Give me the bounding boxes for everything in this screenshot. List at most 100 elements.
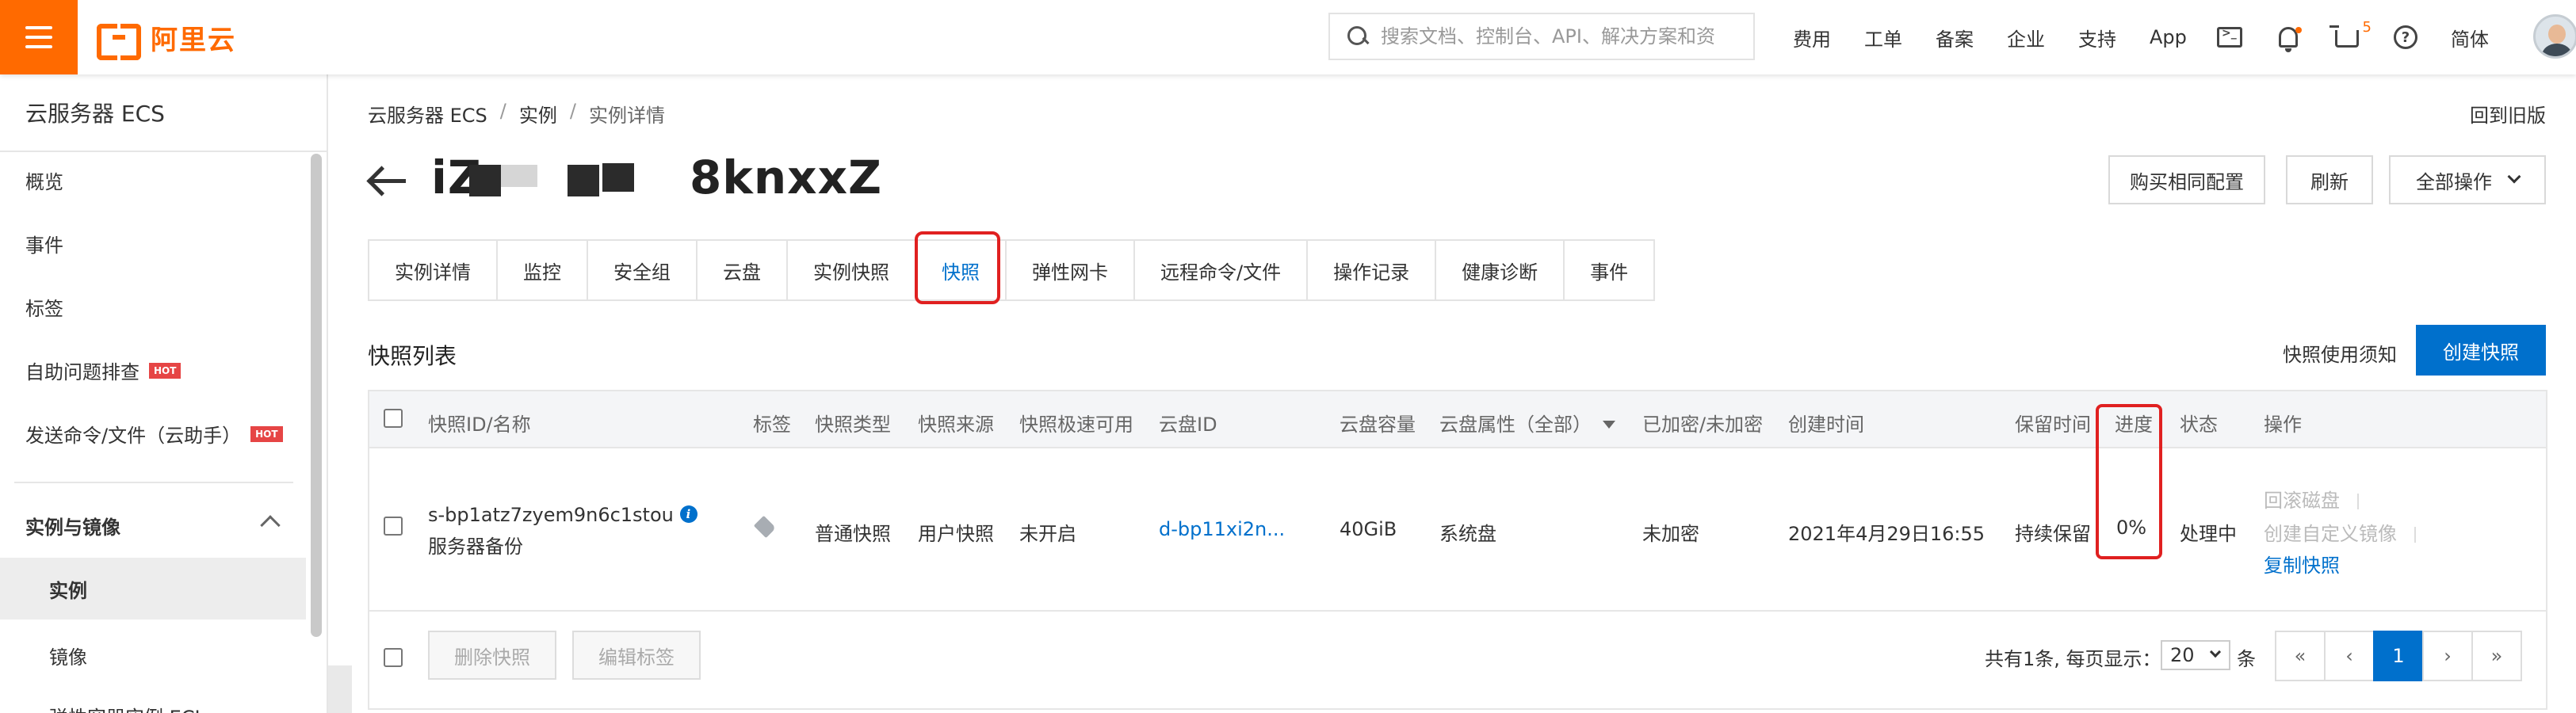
sidebar-item-eci[interactable]: 弹性容器实例 ECI <box>49 702 201 713</box>
table-header: 快照ID/名称 标签 快照类型 快照来源 快照极速可用 云盘ID 云盘容量 云盘… <box>369 391 2546 448</box>
col-snapshot-id: 快照ID/名称 <box>428 414 531 436</box>
chevron-up-icon[interactable] <box>260 515 281 536</box>
sidebar: 云服务器 ECS 概览 事件 标签 自助问题排查 HOT 发送命令/文件（云助手）… <box>0 74 328 713</box>
disk-id-link[interactable]: d-bp11xi2n... <box>1159 518 1285 540</box>
buy-same-config-button[interactable]: 购买相同配置 <box>2108 155 2265 204</box>
sidebar-item-label: 实例 <box>49 580 87 602</box>
nav-enterprise[interactable]: 企业 <box>2007 24 2045 51</box>
col-disk-attr-label: 云盘属性（全部） <box>1439 414 1592 436</box>
logo-icon <box>97 24 141 60</box>
sidebar-item-label: 概览 <box>25 171 63 193</box>
create-image-label: 创建自定义镜像 <box>2264 523 2397 545</box>
created-time: 2021年4月29日16:55 <box>1788 523 1986 545</box>
annotation-highlight-box <box>2096 404 2162 559</box>
all-actions-label: 全部操作 <box>2416 170 2492 193</box>
create-snapshot-button[interactable]: 创建快照 <box>2416 325 2546 376</box>
sidebar-item-label: 事件 <box>25 234 63 257</box>
sidebar-item-events[interactable]: 事件 <box>25 230 63 257</box>
sidebar-item-overview[interactable]: 概览 <box>25 166 63 194</box>
sidebar-group-instances-images[interactable]: 实例与镜像 <box>25 512 120 540</box>
sidebar-item-tags[interactable]: 标签 <box>25 293 63 321</box>
col-disk-attr-filter[interactable]: 云盘属性（全部） <box>1439 409 1615 437</box>
col-actions: 操作 <box>2264 414 2302 436</box>
tab-health-diagnosis[interactable]: 健康诊断 <box>1436 241 1565 299</box>
snapshot-id: s-bp1atz7zyem9n6c1stou i <box>428 504 698 526</box>
chevron-down-icon <box>2507 170 2521 184</box>
avatar[interactable] <box>2533 14 2576 59</box>
nav-tickets[interactable]: 工单 <box>1864 24 1902 51</box>
sidebar-item-images[interactable]: 镜像 <box>49 642 87 669</box>
sidebar-collapse-handle[interactable] <box>328 665 352 713</box>
tab-disks[interactable]: 云盘 <box>698 241 788 299</box>
tab-security-groups[interactable]: 安全组 <box>588 241 698 299</box>
all-actions-dropdown[interactable]: 全部操作 <box>2389 155 2546 204</box>
tag-icon[interactable] <box>753 515 777 539</box>
search-input[interactable] <box>1381 25 1729 48</box>
next-page-button[interactable]: › <box>2422 631 2473 681</box>
sidebar-separator <box>14 482 293 483</box>
tab-remote-commands[interactable]: 远程命令/文件 <box>1135 241 1309 299</box>
search-icon[interactable] <box>1347 26 1368 47</box>
select-all-checkbox[interactable] <box>384 409 403 428</box>
tab-instance-snapshots[interactable]: 实例快照 <box>788 241 916 299</box>
footer-select-all-checkbox[interactable] <box>384 648 403 667</box>
snapshot-source: 用户快照 <box>918 523 994 545</box>
menu-icon[interactable] <box>0 0 78 74</box>
breadcrumb-instances[interactable]: 实例 <box>519 100 557 128</box>
col-created: 创建时间 <box>1788 414 1864 436</box>
sidebar-item-cloud-assistant[interactable]: 发送命令/文件（云助手） HOT <box>25 420 283 448</box>
col-disk-id: 云盘ID <box>1159 414 1217 436</box>
sidebar-item-instances[interactable]: 实例 <box>0 558 306 620</box>
tab-instance-details[interactable]: 实例详情 <box>369 241 498 299</box>
tab-monitoring[interactable]: 监控 <box>498 241 588 299</box>
col-status: 状态 <box>2180 414 2218 436</box>
row-checkbox[interactable] <box>384 517 403 536</box>
col-type: 快照类型 <box>815 414 891 436</box>
sidebar-item-label: 镜像 <box>49 646 87 669</box>
page-1-button[interactable]: 1 <box>2373 631 2424 681</box>
col-tags: 标签 <box>753 414 791 436</box>
refresh-button[interactable]: 刷新 <box>2286 155 2373 204</box>
help-icon[interactable]: ? <box>2392 24 2419 51</box>
bell-icon[interactable] <box>2275 24 2302 52</box>
last-page-button[interactable]: » <box>2471 631 2522 681</box>
sidebar-item-troubleshoot[interactable]: 自助问题排查 HOT <box>25 356 182 384</box>
snapshot-notice-link[interactable]: 快照使用须知 <box>2283 339 2397 367</box>
info-icon[interactable]: i <box>679 505 698 523</box>
nav-icp[interactable]: 备案 <box>1936 24 1974 51</box>
col-source: 快照来源 <box>918 414 994 436</box>
rollback-disk-label: 回滚磁盘 <box>2264 490 2340 512</box>
tab-events[interactable]: 事件 <box>1565 241 1656 299</box>
page-size-unit: 条 <box>2237 648 2256 670</box>
annotation-highlight-box <box>915 231 1000 304</box>
back-to-old-version-link[interactable]: 回到旧版 <box>2470 100 2546 128</box>
cart-icon[interactable]: 5 <box>2329 19 2372 51</box>
tab-eni[interactable]: 弹性网卡 <box>1007 241 1135 299</box>
delete-snapshot-button[interactable]: 删除快照 <box>428 631 556 680</box>
nav-support[interactable]: 支持 <box>2078 24 2116 51</box>
top-nav: 费用 工单 备案 企业 支持 App <box>1793 0 2187 74</box>
tab-operation-logs[interactable]: 操作记录 <box>1308 241 1437 299</box>
redaction-block <box>469 165 501 196</box>
nav-app[interactable]: App <box>2150 26 2187 48</box>
action-divider <box>2357 494 2359 509</box>
copy-snapshot-link[interactable]: 复制快照 <box>2264 550 2340 578</box>
logo-text: 阿里云 <box>151 24 236 56</box>
terminal-icon[interactable] <box>2216 24 2243 51</box>
pagination-total: 共有1条, 每页显示： <box>1985 648 2161 670</box>
page-size-select[interactable]: 20 <box>2161 640 2230 670</box>
col-fast-available: 快照极速可用 <box>1019 414 1133 436</box>
disk-capacity: 40GiB <box>1340 518 1397 540</box>
global-search[interactable] <box>1328 13 1755 60</box>
back-arrow-icon[interactable] <box>368 166 406 195</box>
prev-page-button[interactable]: ‹ <box>2324 631 2375 681</box>
sidebar-scrollbar[interactable] <box>311 154 322 637</box>
hot-badge: HOT <box>250 425 283 442</box>
language-switch[interactable]: 简体 <box>2451 24 2489 51</box>
encryption-status: 未加密 <box>1642 523 1699 545</box>
first-page-button[interactable]: « <box>2275 631 2326 681</box>
edit-tags-button[interactable]: 编辑标签 <box>572 631 701 680</box>
aliyun-logo[interactable]: 阿里云 <box>97 21 236 60</box>
breadcrumb-ecs[interactable]: 云服务器 ECS <box>368 100 487 128</box>
nav-billing[interactable]: 费用 <box>1793 24 1831 51</box>
